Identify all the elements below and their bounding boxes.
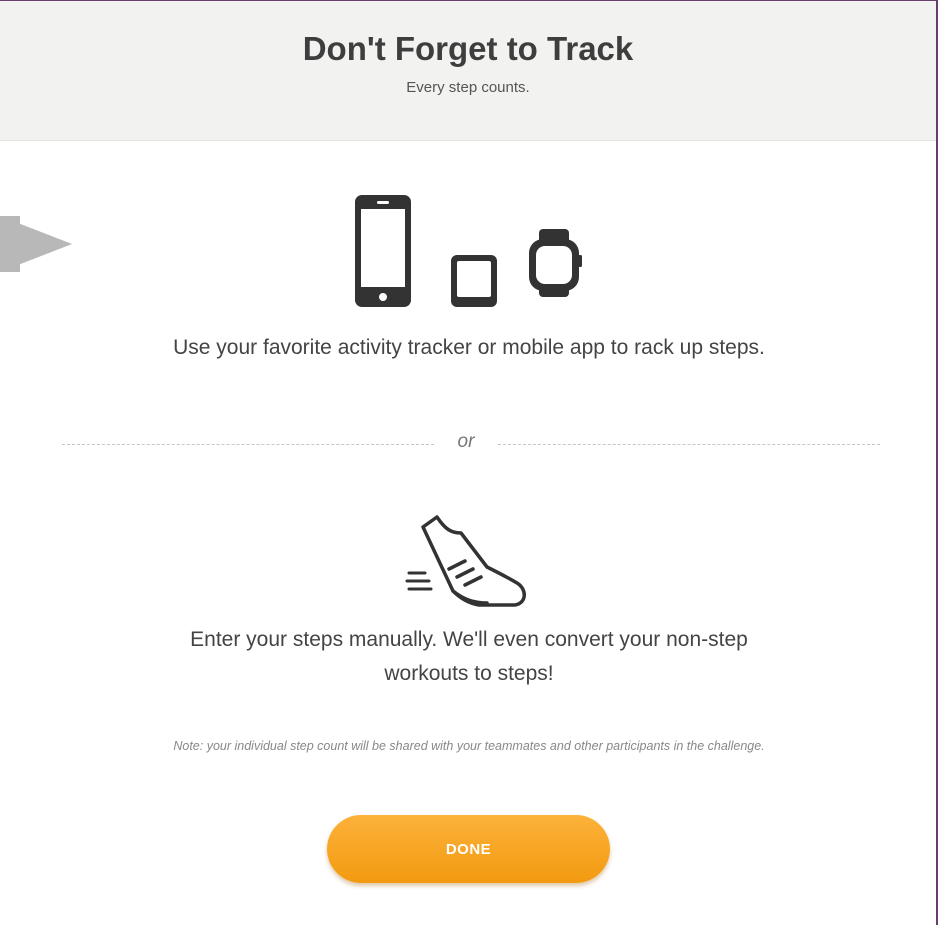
manual-entry-description: Enter your steps manually. We'll even co… [190,628,748,685]
shoe-icon [405,515,526,607]
track-reminder-modal: Don't Forget to Track Every step counts.… [0,0,938,925]
modal-header: Don't Forget to Track Every step counts. [0,1,936,141]
or-divider: or [62,431,880,452]
tablet-icon [451,255,497,307]
tracker-description: Use your favorite activity tracker or mo… [173,336,765,359]
divider-line-right [498,444,880,445]
devices-illustration [355,195,582,307]
phone-icon [355,195,411,307]
pointer-arrow-icon [0,216,72,272]
page-title: Don't Forget to Track [302,30,634,67]
watch-icon [529,229,582,297]
privacy-note: Note: your individual step count will be… [173,739,765,753]
divider-line-left [62,444,434,445]
done-button[interactable]: DONE [327,815,610,883]
page-subtitle: Every step counts. [406,79,530,96]
divider-or-label: or [457,431,475,452]
